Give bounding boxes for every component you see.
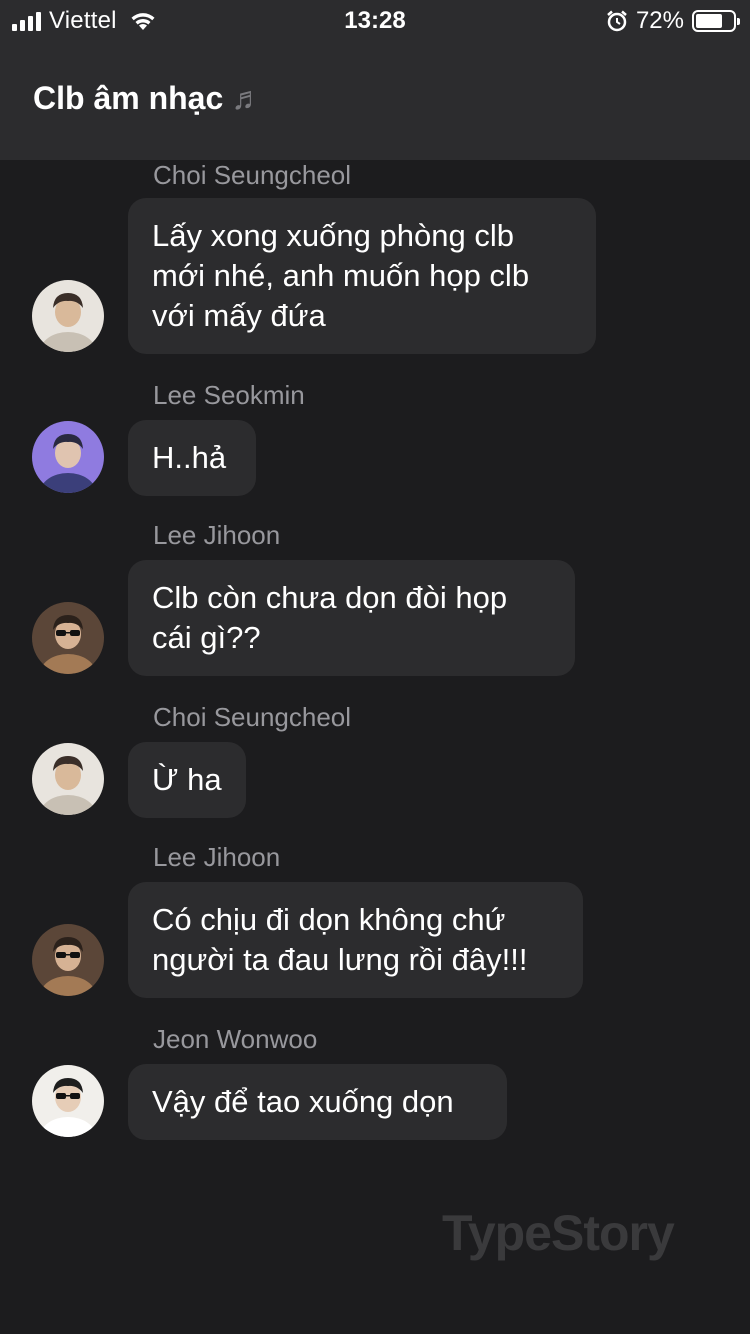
avatar[interactable] [32, 1065, 104, 1137]
message-text-line: Ừ ha [152, 762, 222, 797]
avatar[interactable] [32, 280, 104, 352]
alarm-icon [607, 10, 627, 32]
music-notes-icon: ♬ [231, 80, 264, 116]
watermark: TypeStory [442, 1205, 675, 1261]
message-text-line: H..hả [152, 440, 227, 475]
avatar[interactable] [32, 602, 104, 674]
sender-name: Choi Seungcheol [153, 702, 352, 732]
sender-name: Lee Jihoon [153, 842, 281, 872]
message-text-line: Có chịu đi dọn không chứ [152, 902, 506, 937]
avatar[interactable] [32, 743, 104, 815]
message-text-line: Clb còn chưa dọn đòi họp [152, 580, 508, 615]
message-text-line: cái gì?? [152, 620, 261, 655]
message-text-line: Vậy để tao xuống dọn [152, 1084, 454, 1119]
message-bubble[interactable]: H..hả [128, 420, 256, 496]
avatar[interactable] [32, 924, 104, 996]
battery-fill [696, 14, 722, 28]
message-bubble[interactable]: Ừ ha [128, 742, 246, 818]
sender-name: Choi Seungcheol [153, 160, 352, 190]
sender-name: Lee Jihoon [153, 520, 281, 550]
sender-name: Lee Seokmin [153, 380, 305, 410]
sender-name: Jeon Wonwoo [153, 1024, 318, 1054]
battery-percent: 72% [635, 7, 684, 34]
status-bar: Viettel 13:28 72% [0, 0, 750, 40]
message-bubble[interactable]: Clb còn chưa dọn đòi họp cái gì?? [128, 560, 575, 676]
message-bubble[interactable]: Có chịu đi dọn không chứ người ta đau lưn… [128, 882, 583, 998]
chat-title[interactable]: Clb âm nhạc ♬ [33, 80, 263, 117]
message-text-line: Lấy xong xuống phòng clb [152, 218, 514, 253]
top-bar: Viettel 13:28 72% Clb âm nhạc ♬ [0, 0, 750, 160]
avatar[interactable] [32, 421, 104, 493]
battery-icon [692, 10, 740, 32]
chat-title-text: Clb âm nhạc [33, 80, 224, 116]
message-text-line: người ta đau lưng rồi đây!!! [152, 942, 528, 977]
message-bubble[interactable]: Vậy để tao xuống dọn [128, 1064, 507, 1140]
message-text-line: mới nhé, anh muốn họp clb [152, 258, 530, 293]
message-text-line: với mấy đứa [152, 298, 326, 333]
message-bubble[interactable]: Lấy xong xuống phòng clb mới nhé, anh muố… [128, 198, 596, 354]
